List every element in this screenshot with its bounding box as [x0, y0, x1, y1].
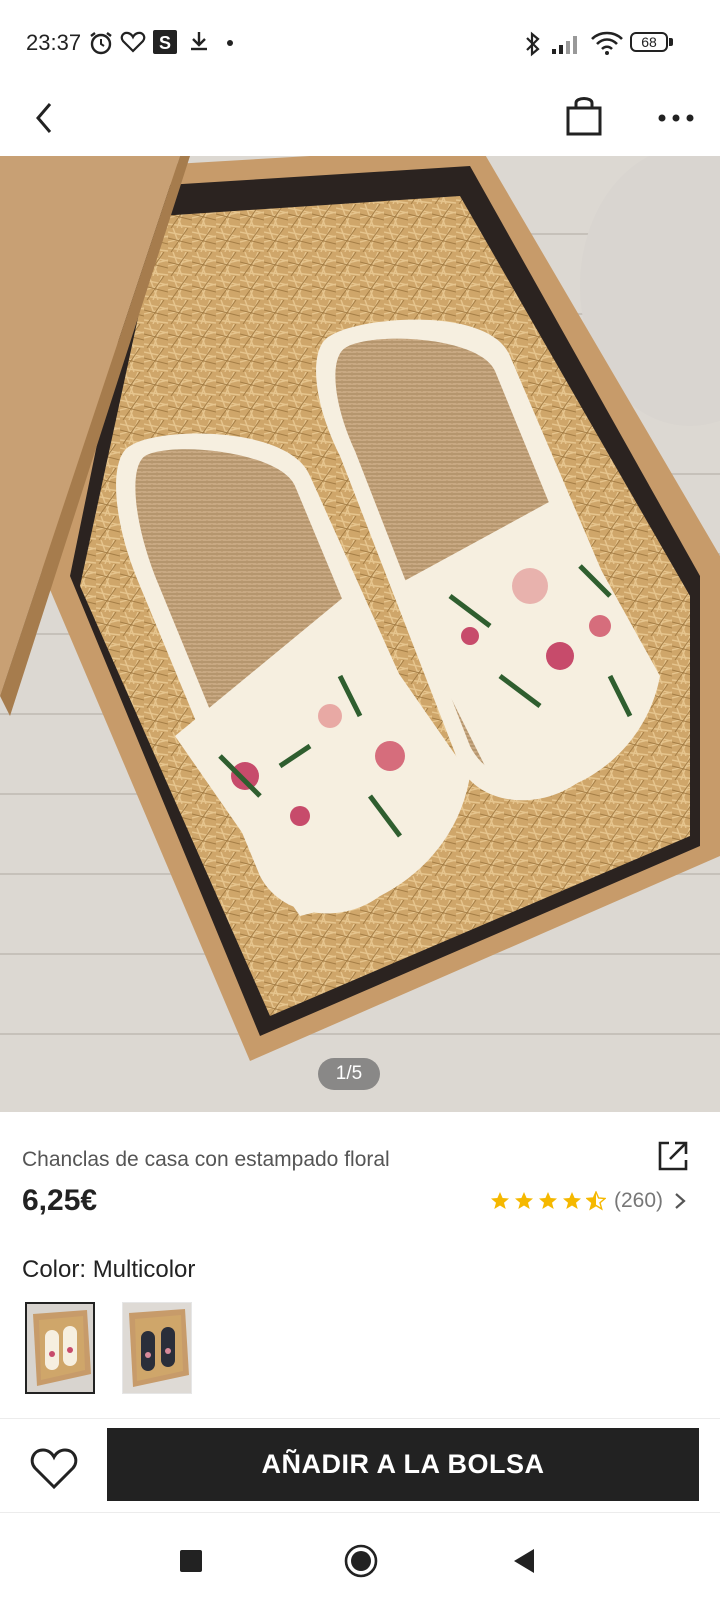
signal-icon [552, 36, 577, 54]
star-icon [491, 1192, 509, 1209]
product-title: Chanclas de casa con estampado floral [22, 1148, 390, 1171]
star-icon [515, 1192, 533, 1209]
star-icon [563, 1192, 581, 1209]
product-price: 6,25€ [22, 1184, 98, 1217]
rating-summary[interactable]: (260) [490, 1187, 687, 1215]
svg-text:S: S [159, 33, 171, 53]
image-counter: 1/5 [318, 1058, 380, 1090]
bluetooth-icon [526, 31, 540, 57]
swatch-image [123, 1303, 191, 1393]
color-swatch-multicolor-beige[interactable] [25, 1302, 95, 1394]
add-to-bag-button[interactable]: AÑADIR A LA BOLSA [107, 1428, 699, 1501]
circle-icon[interactable] [343, 1543, 379, 1579]
color-label: Color: Multicolor [22, 1256, 196, 1283]
share-icon[interactable] [655, 1138, 691, 1174]
status-bar: 23:37 S 68 [0, 0, 720, 84]
dot-icon [227, 40, 233, 46]
alarm-icon [90, 32, 112, 55]
download-icon [191, 32, 207, 51]
heart-outline-icon[interactable] [28, 1442, 80, 1494]
swatch-image [27, 1304, 93, 1392]
back-arrow-icon[interactable] [26, 94, 74, 142]
chevron-right-icon [675, 1193, 686, 1209]
s-app-icon: S [153, 30, 177, 54]
product-image-gallery[interactable] [0, 156, 720, 1112]
top-bar [0, 84, 720, 156]
status-time: 23:37 [26, 30, 82, 55]
battery-icon: 68 [630, 30, 674, 54]
star-icon [539, 1192, 557, 1209]
wifi-icon [591, 31, 623, 55]
star-half-icon [586, 1191, 606, 1211]
rating-count: (260) [614, 1189, 664, 1212]
battery-level: 68 [641, 34, 657, 50]
square-icon[interactable] [178, 1548, 204, 1574]
heart-icon [120, 31, 146, 53]
product-image [0, 156, 720, 1112]
shopping-bag-icon[interactable] [560, 92, 608, 140]
divider [0, 1512, 720, 1513]
color-swatch-multicolor-dark[interactable] [122, 1302, 192, 1394]
more-icon[interactable] [652, 94, 700, 142]
triangle-back-icon[interactable] [510, 1547, 536, 1575]
divider [0, 1418, 720, 1419]
